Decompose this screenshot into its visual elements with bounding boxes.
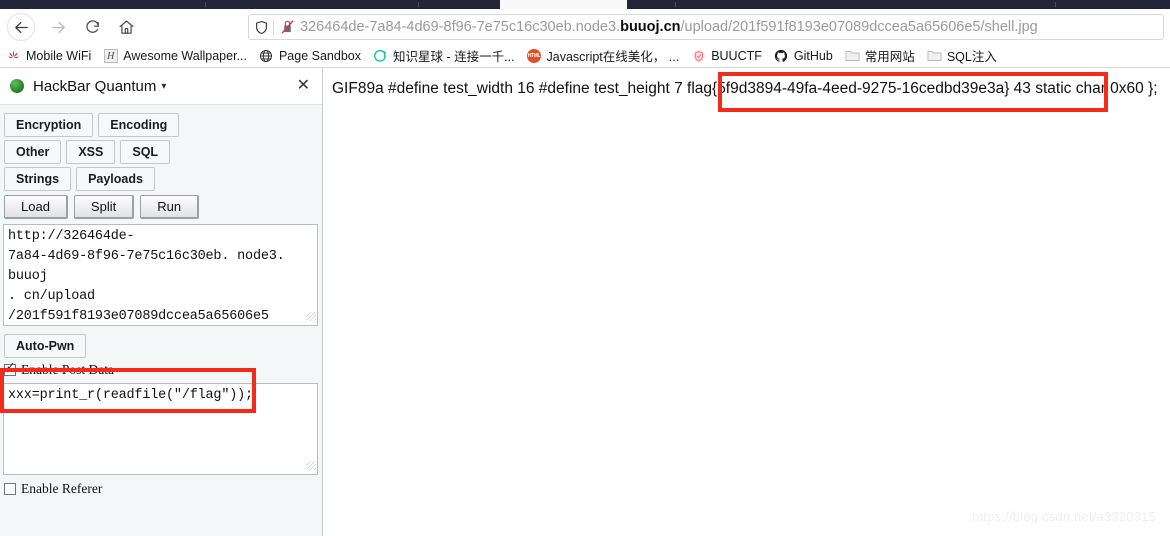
hackbar-menu-row-3: Strings Payloads xyxy=(0,164,322,191)
hackbar-header: HackBar Quantum ▾ ✕ xyxy=(0,68,322,105)
bookmark-item[interactable]: Page Sandbox xyxy=(255,45,367,67)
bookmark-item[interactable]: H Awesome Wallpaper... xyxy=(99,45,253,67)
url-bar[interactable]: 326464de-7a84-4d69-8f96-7e75c16c30eb.nod… xyxy=(248,14,1164,40)
enable-referer-label: Enable Referer xyxy=(21,481,103,496)
payloads-button[interactable]: Payloads xyxy=(76,167,155,191)
hackbar-menu-row-2: Other XSS SQL xyxy=(0,137,322,164)
hackbar-body: Encryption Encoding Other XSS SQL String… xyxy=(0,105,322,497)
strings-button[interactable]: Strings xyxy=(4,167,72,191)
navigation-toolbar: 326464de-7a84-4d69-8f96-7e75c16c30eb.nod… xyxy=(0,9,1170,44)
bookmark-item[interactable]: GitHub xyxy=(770,45,839,67)
url-input[interactable] xyxy=(3,224,318,326)
encryption-button[interactable]: Encryption xyxy=(4,113,94,137)
shield-icon[interactable] xyxy=(249,20,273,35)
bookmark-label: Page Sandbox xyxy=(278,48,361,63)
tab-active[interactable] xyxy=(500,0,627,9)
red-shield-icon xyxy=(691,48,706,63)
url-input-resize-handle[interactable] xyxy=(307,312,316,321)
tab-separator xyxy=(1055,2,1056,7)
back-button[interactable] xyxy=(7,13,35,41)
home-button[interactable] xyxy=(112,13,140,41)
encoding-button[interactable]: Encoding xyxy=(98,113,180,137)
hackbar-panel: HackBar Quantum ▾ ✕ Encryption Encoding … xyxy=(0,68,323,536)
tab-separator xyxy=(418,2,419,7)
bookmark-item[interactable]: 常用网站 xyxy=(841,45,921,67)
post-data-highlight-box xyxy=(0,368,256,413)
bookmarks-bar: Mobile WiFi H Awesome Wallpaper... Page San… xyxy=(0,44,1170,68)
url-prefix: 326464de-7a84-4d69-8f96-7e75c16c30eb.nod… xyxy=(300,19,621,35)
tab-separator xyxy=(675,2,676,7)
bookmark-item[interactable]: 知识星球 - 连接一千... xyxy=(369,45,521,67)
tab-strip xyxy=(0,0,1170,9)
other-button[interactable]: Other xyxy=(4,140,62,164)
auto-pwn-button[interactable]: Auto-Pwn xyxy=(4,334,87,358)
page-content: GIF89a #define test_width 16 #define tes… xyxy=(324,68,1170,536)
broken-lock-icon[interactable] xyxy=(274,19,300,35)
xss-button[interactable]: XSS xyxy=(66,140,116,164)
bookmark-label: GitHub xyxy=(793,48,833,63)
referer-checkbox-row[interactable]: Enable Referer xyxy=(0,475,322,497)
bookmark-item[interactable]: BUUCTF xyxy=(687,45,768,67)
watermark: https://blog.csdn.net/a3320315 xyxy=(972,509,1156,524)
huawei-flower-icon xyxy=(6,48,21,63)
bookmark-label: SQL注入 xyxy=(946,50,997,64)
close-icon[interactable]: ✕ xyxy=(293,76,314,96)
url-suffix: /upload/201f591f8193e07089dccea5a65606e5… xyxy=(680,19,1038,35)
hackbar-action-row: Load Split Run xyxy=(0,191,322,219)
tab-separator xyxy=(205,2,206,7)
url-text[interactable]: 326464de-7a84-4d69-8f96-7e75c16c30eb.nod… xyxy=(300,17,1163,37)
bookmark-label: Mobile WiFi xyxy=(26,48,92,63)
circle-arrow-icon xyxy=(373,48,388,63)
autopwn-row: Auto-Pwn xyxy=(0,326,322,358)
hackbar-globe-icon xyxy=(10,79,24,93)
bookmark-label: 常用网站 xyxy=(864,50,915,64)
url-domain: buuoj.cn xyxy=(620,19,681,35)
post-input-resize-handle[interactable] xyxy=(307,461,316,470)
enable-referer-checkbox[interactable] xyxy=(4,483,16,495)
forward-button[interactable] xyxy=(44,13,72,41)
sql-button[interactable]: SQL xyxy=(120,140,171,164)
bookmark-item[interactable]: Mobile WiFi xyxy=(2,45,97,67)
hackbar-title: HackBar Quantum xyxy=(33,77,157,95)
browser-window: 326464de-7a84-4d69-8f96-7e75c16c30eb.nod… xyxy=(0,0,1170,536)
folder-icon xyxy=(845,48,860,63)
html5-badge-icon: HTML xyxy=(527,48,542,63)
split-button[interactable]: Split xyxy=(73,195,135,219)
github-icon xyxy=(774,48,789,63)
bookmark-item[interactable]: HTML Javascript在线美化， ... xyxy=(523,45,686,67)
bookmark-label: BUUCTF xyxy=(711,48,762,63)
bookmark-item[interactable]: SQL注入 xyxy=(923,45,1003,67)
flag-highlight-box xyxy=(718,72,1108,112)
hackbar-menu-row-1: Encryption Encoding xyxy=(0,110,322,137)
script-h-icon: H xyxy=(103,48,118,63)
load-button[interactable]: Load xyxy=(4,195,68,219)
folder-icon xyxy=(927,48,942,63)
run-button[interactable]: Run xyxy=(140,195,200,219)
chevron-down-icon[interactable]: ▾ xyxy=(161,81,166,92)
globe-icon xyxy=(259,48,274,63)
bookmark-label: Awesome Wallpaper... xyxy=(123,48,247,63)
bookmark-label: Javascript在线美化， ... xyxy=(546,50,680,64)
reload-button[interactable] xyxy=(78,13,106,41)
bookmark-label: 知识星球 - 连接一千... xyxy=(392,50,515,64)
